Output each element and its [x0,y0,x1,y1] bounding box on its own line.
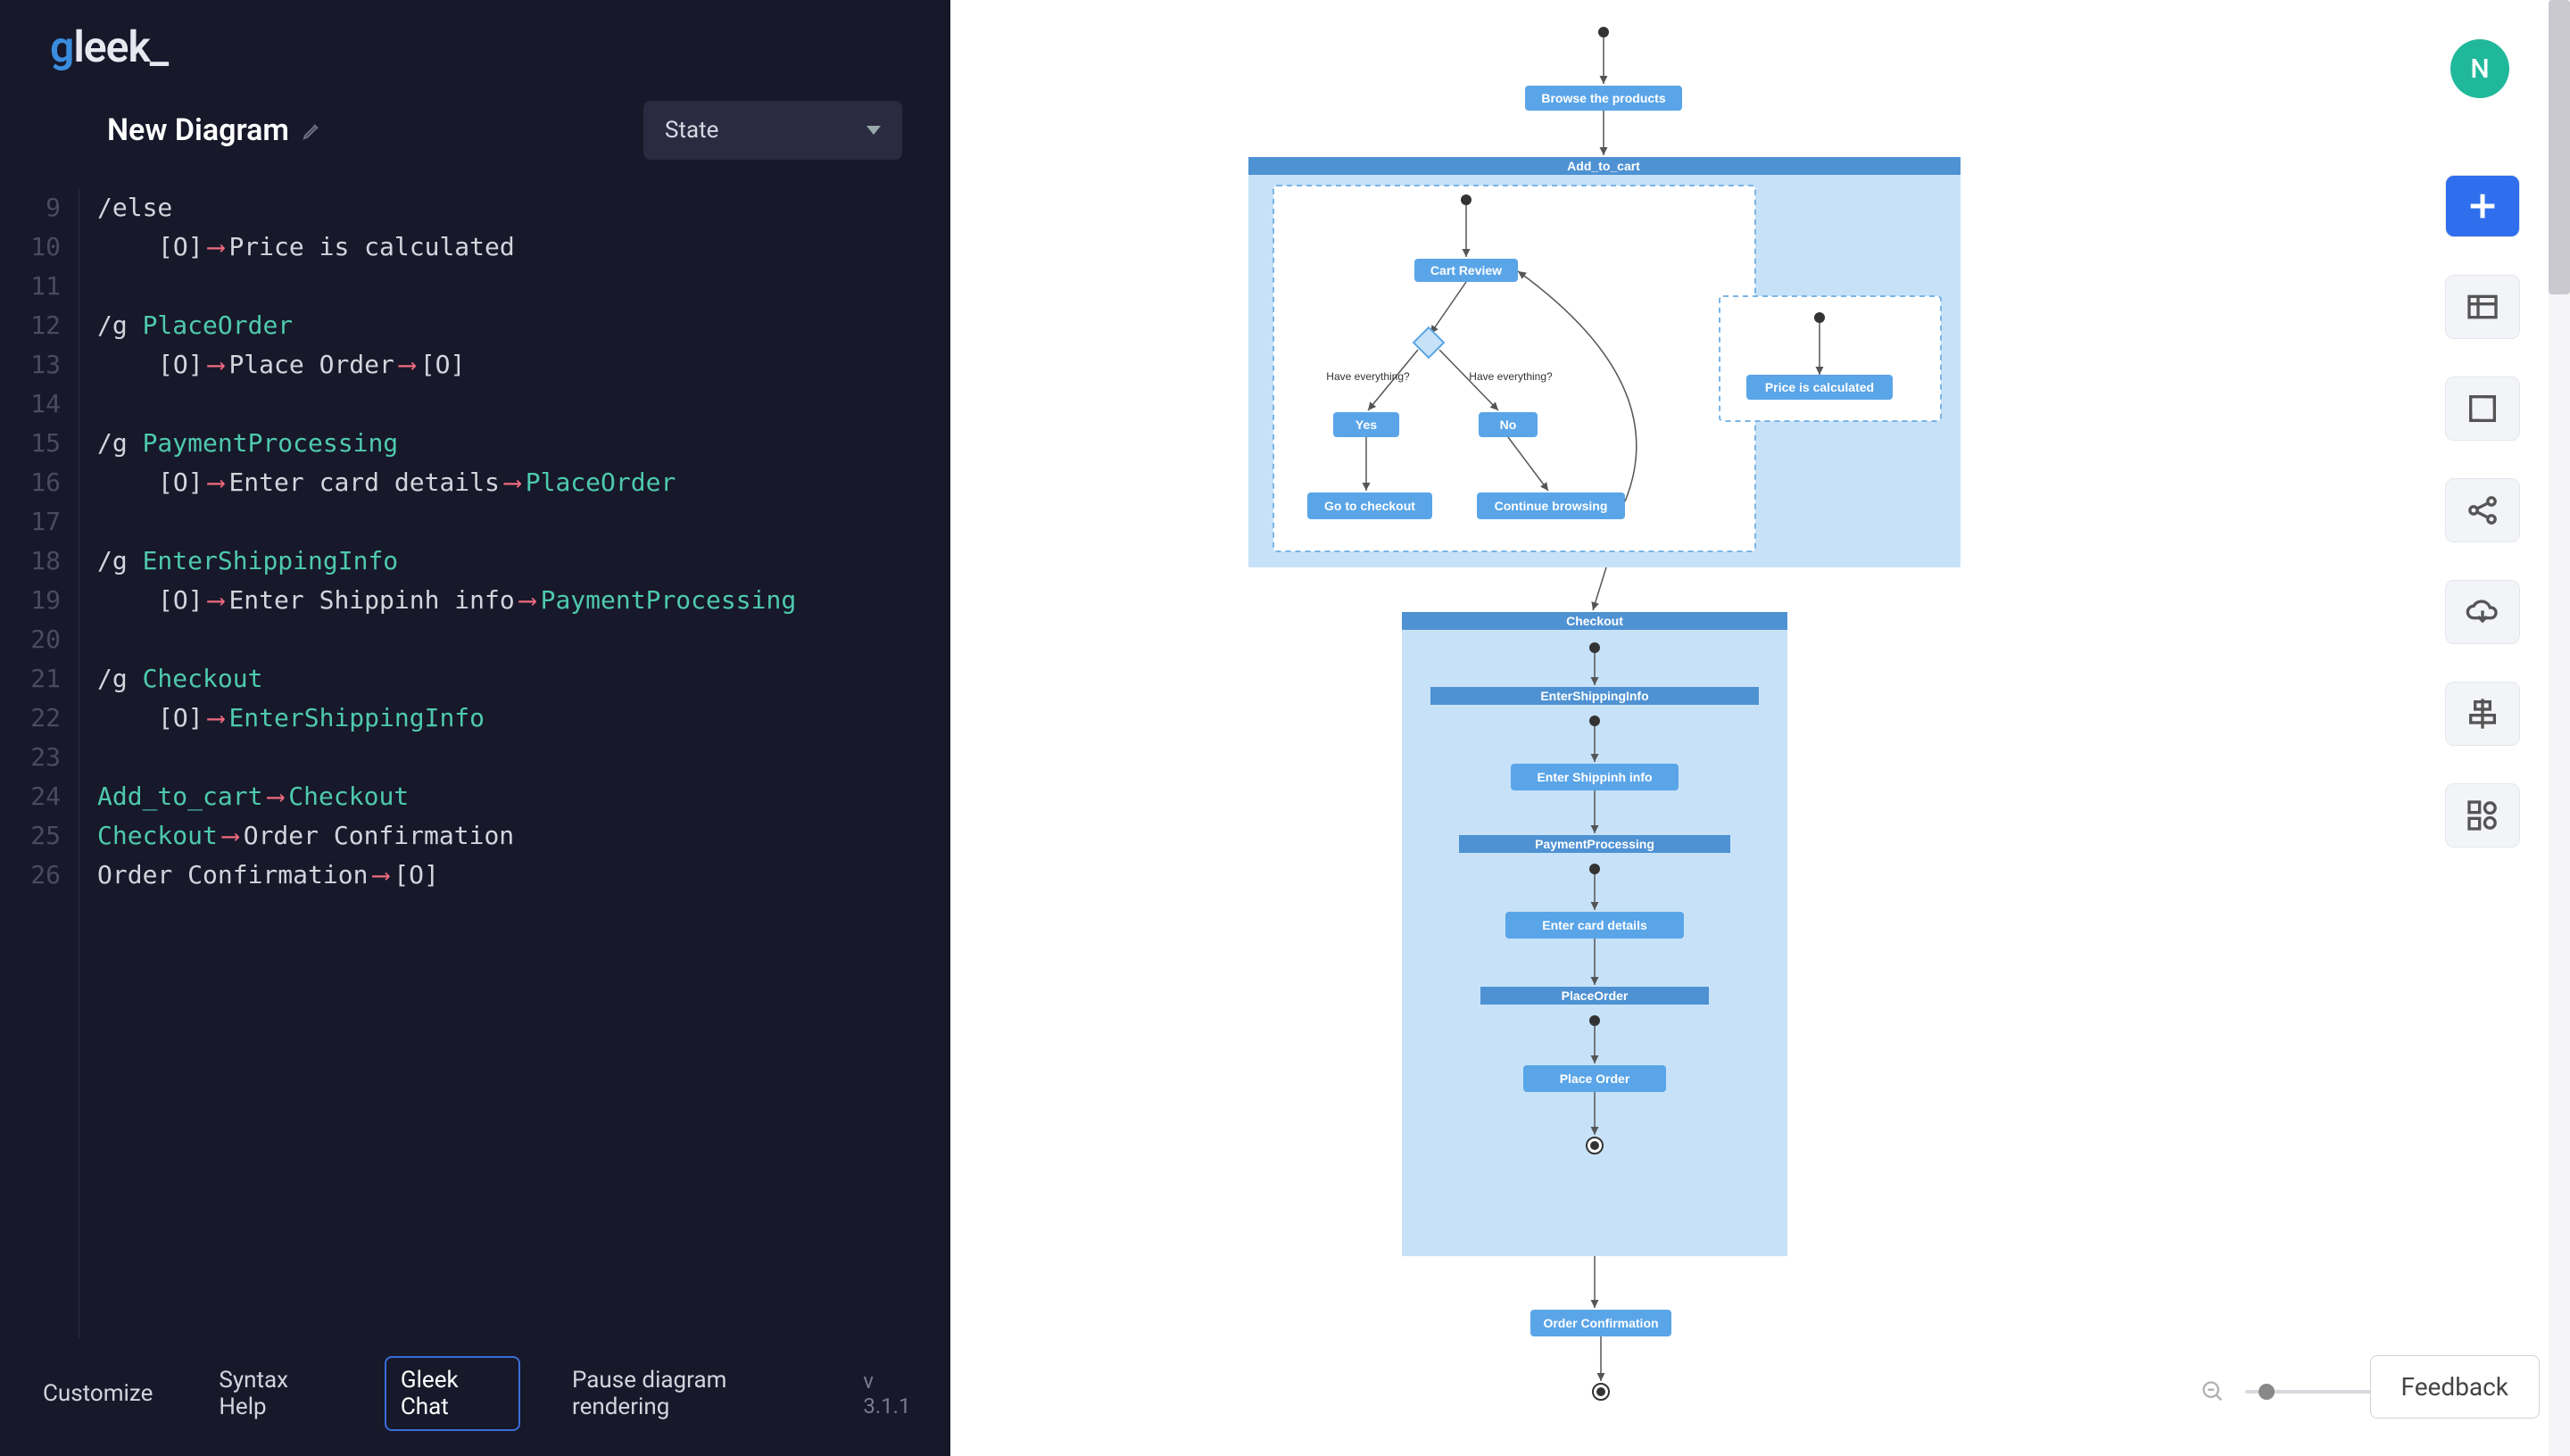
group-payment-processing[interactable]: PaymentProcessing [1535,837,1654,851]
table-view-icon[interactable] [2445,275,2520,339]
group-checkout[interactable]: Checkout [1566,614,1623,628]
node-enter-shipping[interactable]: Enter Shippinh info [1537,770,1652,784]
left-panel: gleek_ New Diagram State 910111213141516… [0,0,950,1456]
node-enter-card[interactable]: Enter card details [1542,918,1647,932]
svg-text:Have everything?: Have everything? [1469,370,1553,383]
node-browse[interactable]: Browse the products [1541,91,1665,105]
diagram-canvas[interactable]: Browse the products Add_to_cart Cart Rev… [950,0,2570,1456]
add-button[interactable] [2445,175,2520,237]
footer-bar: Customize Syntax Help Gleek Chat Pause d… [0,1338,950,1456]
diagram-title[interactable]: New Diagram [107,112,289,148]
pause-rendering-button[interactable]: Pause diagram rendering [558,1358,825,1429]
node-order-confirmation[interactable]: Order Confirmation [1543,1316,1658,1330]
node-price-calc[interactable]: Price is calculated [1765,380,1874,394]
user-avatar[interactable]: N [2450,39,2509,98]
node-go-checkout[interactable]: Go to checkout [1324,499,1415,513]
align-icon[interactable] [2445,682,2520,746]
svg-text:Have everything?: Have everything? [1326,370,1410,383]
cloud-download-icon[interactable] [2445,580,2520,644]
diagram-type-dropdown[interactable]: State [643,101,902,160]
group-place-order[interactable]: PlaceOrder [1562,989,1629,1003]
feedback-button[interactable]: Feedback [2370,1355,2540,1419]
diagram-type-label: State [665,117,718,144]
edit-title-icon[interactable] [302,120,323,141]
code-editor[interactable]: 91011121314151617181920212223242526 /els… [0,183,950,1338]
node-yes[interactable]: Yes [1355,418,1377,432]
gleek-chat-button[interactable]: Gleek Chat [385,1356,520,1431]
zoom-slider[interactable] [2245,1390,2379,1394]
customize-button[interactable]: Customize [29,1371,167,1416]
share-icon[interactable] [2445,478,2520,542]
right-toolbar [2445,175,2520,848]
layout-icon[interactable] [2445,783,2520,848]
node-continue-browsing[interactable]: Continue browsing [1495,499,1608,513]
group-enter-shipping[interactable]: EnterShippingInfo [1540,689,1648,703]
canvas-panel: Browse the products Add_to_cart Cart Rev… [950,0,2570,1456]
logo: gleek_ [50,21,168,72]
version-label: v 3.1.1 [863,1369,922,1419]
zoom-slider-thumb[interactable] [2259,1384,2275,1400]
zoom-out-icon[interactable] [2197,1376,2229,1408]
syntax-help-button[interactable]: Syntax Help [204,1358,347,1429]
chevron-down-icon [866,126,881,135]
node-cart-review[interactable]: Cart Review [1430,263,1502,277]
expand-icon[interactable] [2445,376,2520,441]
node-place-order[interactable]: Place Order [1560,1071,1630,1086]
node-no[interactable]: No [1500,418,1517,432]
group-add-to-cart[interactable]: Add_to_cart [1567,159,1640,173]
